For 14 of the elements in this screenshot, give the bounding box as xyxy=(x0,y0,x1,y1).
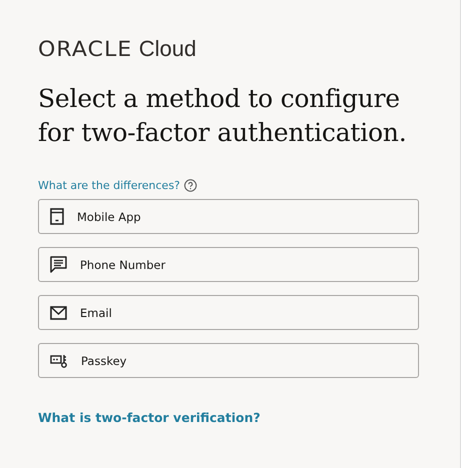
method-button[interactable]: Email xyxy=(38,295,419,330)
chat-icon xyxy=(50,256,67,273)
envelope-icon xyxy=(50,306,67,320)
phone-icon xyxy=(50,208,64,225)
two-factor-info-link[interactable]: What is two-factor verification? xyxy=(38,410,260,425)
method-button[interactable]: Passkey xyxy=(38,343,419,378)
passkey-icon xyxy=(50,354,68,368)
logo-wordmark: ORACLE xyxy=(38,37,132,61)
differences-link[interactable]: What are the differences? xyxy=(38,178,180,192)
page-heading: Select a method to configure for two-factor authentication. xyxy=(38,83,408,149)
help-icon[interactable] xyxy=(184,178,198,192)
method-button[interactable]: Mobile App xyxy=(38,199,419,234)
logo-product-name: Cloud xyxy=(138,36,196,62)
method-button[interactable]: Phone Number xyxy=(38,247,419,282)
